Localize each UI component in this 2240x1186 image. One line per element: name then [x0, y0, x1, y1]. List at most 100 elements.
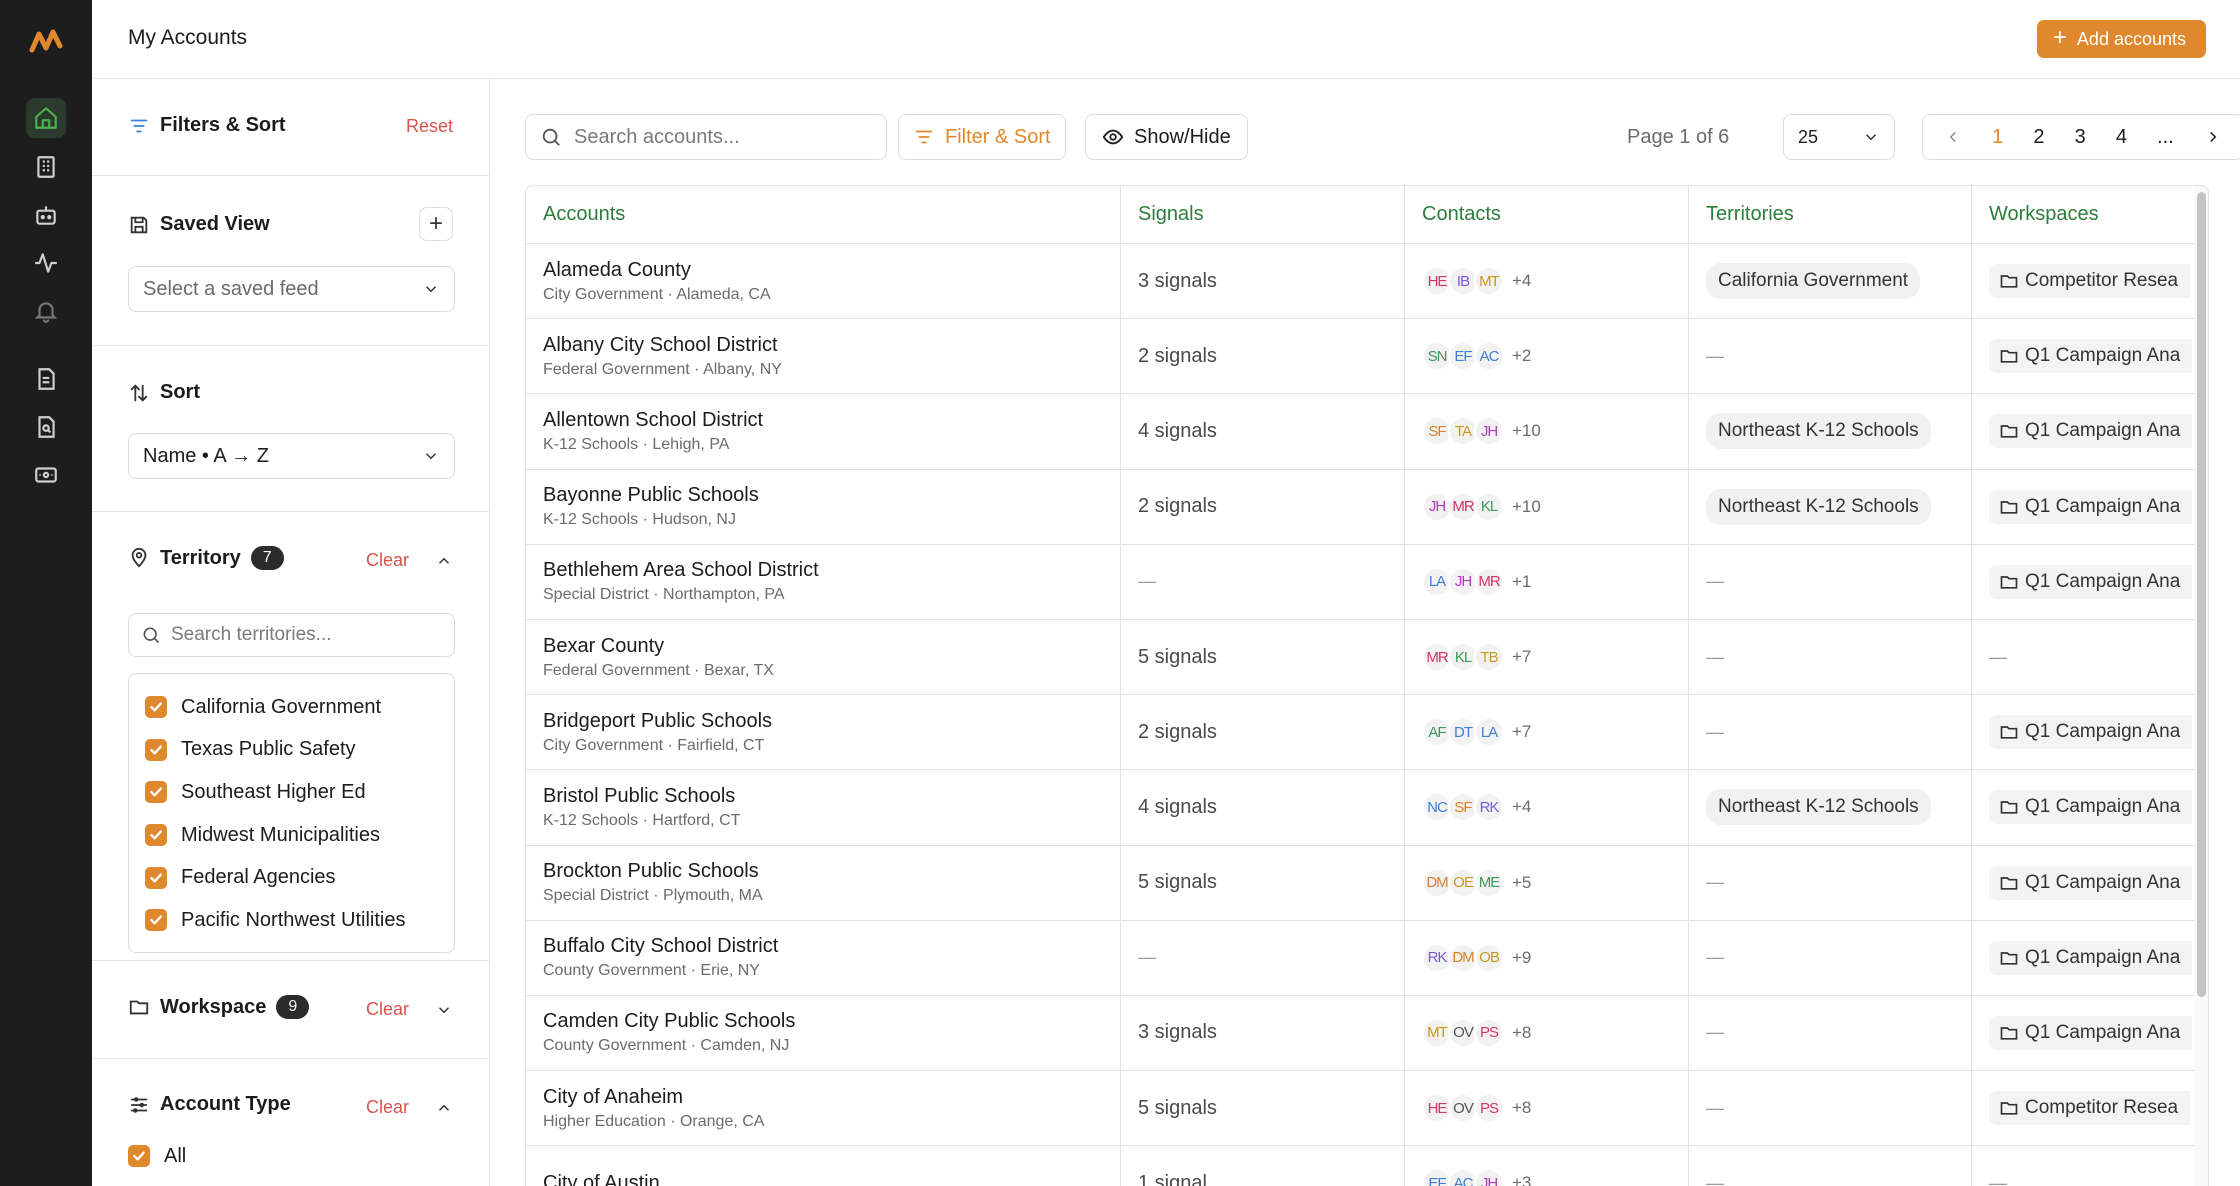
account-name[interactable]: Allentown School District: [543, 409, 763, 432]
account-cell[interactable]: City of Anaheim Higher Education · Orange…: [526, 1071, 1121, 1146]
bell-icon[interactable]: [26, 291, 66, 331]
table-row[interactable]: Bexar County Federal Government · Bexar, …: [526, 619, 2208, 696]
table-row[interactable]: Bayonne Public Schools K-12 Schools · Hud…: [526, 469, 2208, 545]
more-contacts-count[interactable]: +10: [1512, 421, 1541, 441]
account-cell[interactable]: Buffalo City School District County Gover…: [526, 920, 1121, 995]
contact-avatar[interactable]: LA: [1474, 717, 1504, 748]
more-contacts-count[interactable]: +8: [1512, 1098, 1531, 1118]
column-header-workspaces[interactable]: Workspaces: [1972, 186, 2208, 243]
workspace-chip[interactable]: Q1 Campaign Ana: [1989, 414, 2193, 449]
territory-chip[interactable]: California Government: [1706, 263, 1921, 300]
contact-avatar[interactable]: OB: [1474, 942, 1504, 973]
account-name[interactable]: Bethlehem Area School District: [543, 559, 819, 582]
more-contacts-count[interactable]: +1: [1512, 572, 1531, 592]
account-name[interactable]: Bristol Public Schools: [543, 785, 735, 808]
contact-avatar[interactable]: JH: [1474, 1168, 1504, 1186]
territory-checkbox-item[interactable]: Texas Public Safety: [129, 729, 454, 772]
page-3-button[interactable]: 3: [2075, 126, 2086, 149]
contact-avatar[interactable]: ME: [1474, 867, 1504, 898]
signals-count[interactable]: 2 signals: [1138, 345, 1217, 368]
account-name[interactable]: Bexar County: [543, 635, 664, 658]
account-cell[interactable]: Camden City Public Schools County Governm…: [526, 995, 1121, 1071]
signals-count[interactable]: 3 signals: [1138, 270, 1217, 293]
workspace-chip[interactable]: Q1 Campaign Ana: [1989, 564, 2193, 599]
column-header-territories[interactable]: Territories: [1689, 186, 1972, 243]
contact-avatar[interactable]: MT: [1474, 266, 1504, 297]
workspace-chip[interactable]: Q1 Campaign Ana: [1989, 715, 2193, 750]
scrollbar-thumb[interactable]: [2197, 192, 2206, 997]
account-name[interactable]: Bayonne Public Schools: [543, 484, 759, 507]
more-contacts-count[interactable]: +4: [1512, 797, 1531, 817]
account-cell[interactable]: Bristol Public Schools K-12 Schools · Har…: [526, 770, 1121, 845]
page-4-button[interactable]: 4: [2116, 126, 2127, 149]
sort-select[interactable]: Name • A → Z: [128, 433, 455, 479]
chevron-up-icon[interactable]: [435, 552, 453, 570]
signals-count[interactable]: 5 signals: [1138, 871, 1217, 894]
search-accounts-input[interactable]: Search accounts...: [525, 114, 887, 160]
page-1-button[interactable]: 1: [1992, 126, 2003, 149]
territory-chip[interactable]: Northeast K-12 Schools: [1706, 789, 1931, 826]
contact-avatar[interactable]: PS: [1474, 1093, 1504, 1124]
account-name[interactable]: City of Austin: [543, 1172, 660, 1186]
territory-checkbox-item[interactable]: California Government: [129, 686, 454, 729]
account-type-all-checkbox[interactable]: All: [112, 1135, 412, 1178]
workspace-clear-link[interactable]: Clear: [366, 999, 409, 1020]
home-icon[interactable]: [26, 98, 66, 138]
more-contacts-count[interactable]: +2: [1512, 346, 1531, 366]
workspace-chip[interactable]: Competitor Resea: [1989, 1091, 2191, 1126]
signals-count[interactable]: 3 signals: [1138, 1021, 1217, 1044]
more-contacts-count[interactable]: +10: [1512, 497, 1541, 517]
activity-icon[interactable]: [26, 243, 66, 283]
contact-avatar[interactable]: JH: [1474, 416, 1504, 447]
account-cell[interactable]: Albany City School District Federal Gover…: [526, 319, 1121, 394]
territory-checkbox-item[interactable]: Pacific Northwest Utilities: [129, 899, 454, 942]
table-row[interactable]: Buffalo City School District County Gover…: [526, 920, 2208, 996]
bot-icon[interactable]: [26, 195, 66, 235]
table-row[interactable]: Allentown School District K-12 Schools · …: [526, 394, 2208, 470]
building-icon[interactable]: [26, 147, 66, 187]
signals-count[interactable]: 4 signals: [1138, 796, 1217, 819]
table-row[interactable]: Bethlehem Area School District Special Di…: [526, 544, 2208, 620]
more-contacts-count[interactable]: +8: [1512, 1023, 1531, 1043]
table-row[interactable]: Camden City Public Schools County Governm…: [526, 995, 2208, 1072]
show-hide-button[interactable]: Show/Hide: [1085, 114, 1248, 160]
account-cell[interactable]: City of Austin: [526, 1146, 1121, 1186]
saved-feed-select[interactable]: Select a saved feed: [128, 266, 455, 312]
account-name[interactable]: City of Anaheim: [543, 1086, 683, 1109]
table-scrollbar[interactable]: [2194, 186, 2208, 1186]
account-cell[interactable]: Brockton Public Schools Special District …: [526, 845, 1121, 920]
more-contacts-count[interactable]: +9: [1512, 948, 1531, 968]
table-row[interactable]: Bridgeport Public Schools City Government…: [526, 695, 2208, 771]
search-document-icon[interactable]: [26, 407, 66, 447]
column-header-signals[interactable]: Signals: [1121, 186, 1405, 243]
table-row[interactable]: Brockton Public Schools Special District …: [526, 845, 2208, 921]
contact-avatar[interactable]: MR: [1474, 566, 1504, 597]
document-icon[interactable]: [26, 359, 66, 399]
table-row[interactable]: Albany City School District Federal Gover…: [526, 319, 2208, 395]
territory-checkbox-item[interactable]: Midwest Municipalities: [129, 814, 454, 857]
more-contacts-count[interactable]: +5: [1512, 873, 1531, 893]
workspace-chip[interactable]: Q1 Campaign Ana: [1989, 940, 2193, 975]
chevron-left-icon[interactable]: [1944, 128, 1962, 146]
territory-chip[interactable]: Northeast K-12 Schools: [1706, 413, 1931, 450]
account-type-clear-link[interactable]: Clear: [366, 1097, 409, 1118]
more-contacts-count[interactable]: +4: [1512, 271, 1531, 291]
chevron-down-icon[interactable]: [435, 1001, 453, 1019]
contact-avatar[interactable]: PS: [1474, 1017, 1504, 1048]
table-row[interactable]: City of Anaheim Higher Education · Orange…: [526, 1071, 2208, 1147]
signals-count[interactable]: 1 signal: [1138, 1172, 1207, 1186]
account-cell[interactable]: Bexar County Federal Government · Bexar, …: [526, 619, 1121, 695]
account-name[interactable]: Alameda County: [543, 259, 691, 282]
signals-count[interactable]: 2 signals: [1138, 495, 1217, 518]
territory-checkbox-item[interactable]: Southeast Higher Ed: [129, 771, 454, 814]
chevron-right-icon[interactable]: [2204, 128, 2222, 146]
signals-count[interactable]: 5 signals: [1138, 1097, 1217, 1120]
signals-count[interactable]: 4 signals: [1138, 420, 1217, 443]
account-name[interactable]: Bridgeport Public Schools: [543, 710, 772, 733]
chevron-up-icon[interactable]: [435, 1099, 453, 1117]
table-row[interactable]: City of Austin 1 signal EF AC JH +3— —: [526, 1146, 2208, 1186]
column-header-contacts[interactable]: Contacts: [1405, 186, 1689, 243]
account-cell[interactable]: Bridgeport Public Schools City Government…: [526, 695, 1121, 770]
account-cell[interactable]: Allentown School District K-12 Schools · …: [526, 394, 1121, 469]
workspace-chip[interactable]: Q1 Campaign Ana: [1989, 865, 2193, 900]
